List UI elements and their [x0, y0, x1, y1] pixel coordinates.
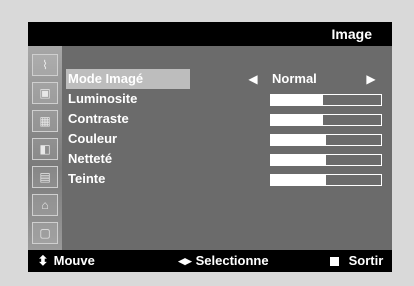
couleur-slider[interactable] [270, 134, 382, 146]
menu-sidebar: ⌇ ▣ ▦ ◧ ▤ ⌂ ▢ [28, 46, 62, 250]
picture-icon[interactable]: ▣ [32, 82, 58, 104]
menu-item-label: Teinte [68, 171, 106, 186]
arrow-right-icon[interactable]: ▶ [362, 71, 380, 87]
arrow-left-icon[interactable]: ◀ [244, 71, 262, 87]
slider-fill [271, 155, 326, 165]
mode-value: Normal [272, 71, 317, 86]
teinte-slider[interactable] [270, 174, 382, 186]
menu-item-label: Luminosite [68, 91, 138, 106]
screen-frame: Image ⌇ ▣ ▦ ◧ ▤ ⌂ ▢ Mode Imagé ◀ Normal … [0, 0, 414, 286]
menu-item-teinte[interactable]: Teinte [62, 170, 392, 188]
footer-exit[interactable]: Sortir [330, 250, 383, 272]
menu-content: Mode Imagé ◀ Normal ▶ Luminosite Contras… [62, 46, 392, 250]
menu-item-mode-image[interactable]: Mode Imagé ◀ Normal ▶ [62, 69, 392, 89]
luminosite-slider[interactable] [270, 94, 382, 106]
footer-select-label: Selectionne [195, 253, 269, 268]
footer-move-label: Mouve [53, 253, 95, 268]
menu-item-couleur[interactable]: Couleur [62, 130, 392, 148]
menu-item-nettete[interactable]: Netteté [62, 150, 392, 168]
slider-fill [271, 175, 326, 185]
contraste-slider[interactable] [270, 114, 382, 126]
lock-icon[interactable]: ⌂ [32, 194, 58, 216]
slider-fill [271, 95, 323, 105]
footer-select: ◂▸ Selectionne [178, 250, 269, 272]
info-icon[interactable]: ▢ [32, 222, 58, 244]
slider-fill [271, 135, 326, 145]
menu-item-label: Netteté [68, 151, 113, 166]
tools-icon[interactable]: ▤ [32, 166, 58, 188]
menu-title: Image [331, 26, 372, 42]
menu-item-label: Contraste [68, 111, 129, 126]
square-icon [330, 257, 339, 267]
menu-item-contraste[interactable]: Contraste [62, 110, 392, 128]
leftright-icon: ◂▸ [178, 253, 192, 268]
menu-footer: ⬍ Mouve ◂▸ Selectionne Sortir [28, 250, 392, 272]
footer-exit-label: Sortir [348, 253, 384, 268]
nettete-slider[interactable] [270, 154, 382, 166]
grid-icon[interactable]: ▦ [32, 110, 58, 132]
updown-icon: ⬍ [37, 253, 49, 268]
menu-header: Image [28, 22, 392, 46]
antenna-icon[interactable]: ⌇ [32, 54, 58, 76]
menu-item-label: Couleur [68, 131, 118, 146]
footer-move: ⬍ Mouve [36, 250, 95, 272]
slider-fill [271, 115, 323, 125]
image-icon[interactable]: ◧ [32, 138, 58, 160]
menu-item-label: Mode Imagé [68, 71, 144, 86]
osd-menu: Image ⌇ ▣ ▦ ◧ ▤ ⌂ ▢ Mode Imagé ◀ Normal … [28, 22, 392, 272]
menu-item-luminosite[interactable]: Luminosite [62, 90, 392, 108]
